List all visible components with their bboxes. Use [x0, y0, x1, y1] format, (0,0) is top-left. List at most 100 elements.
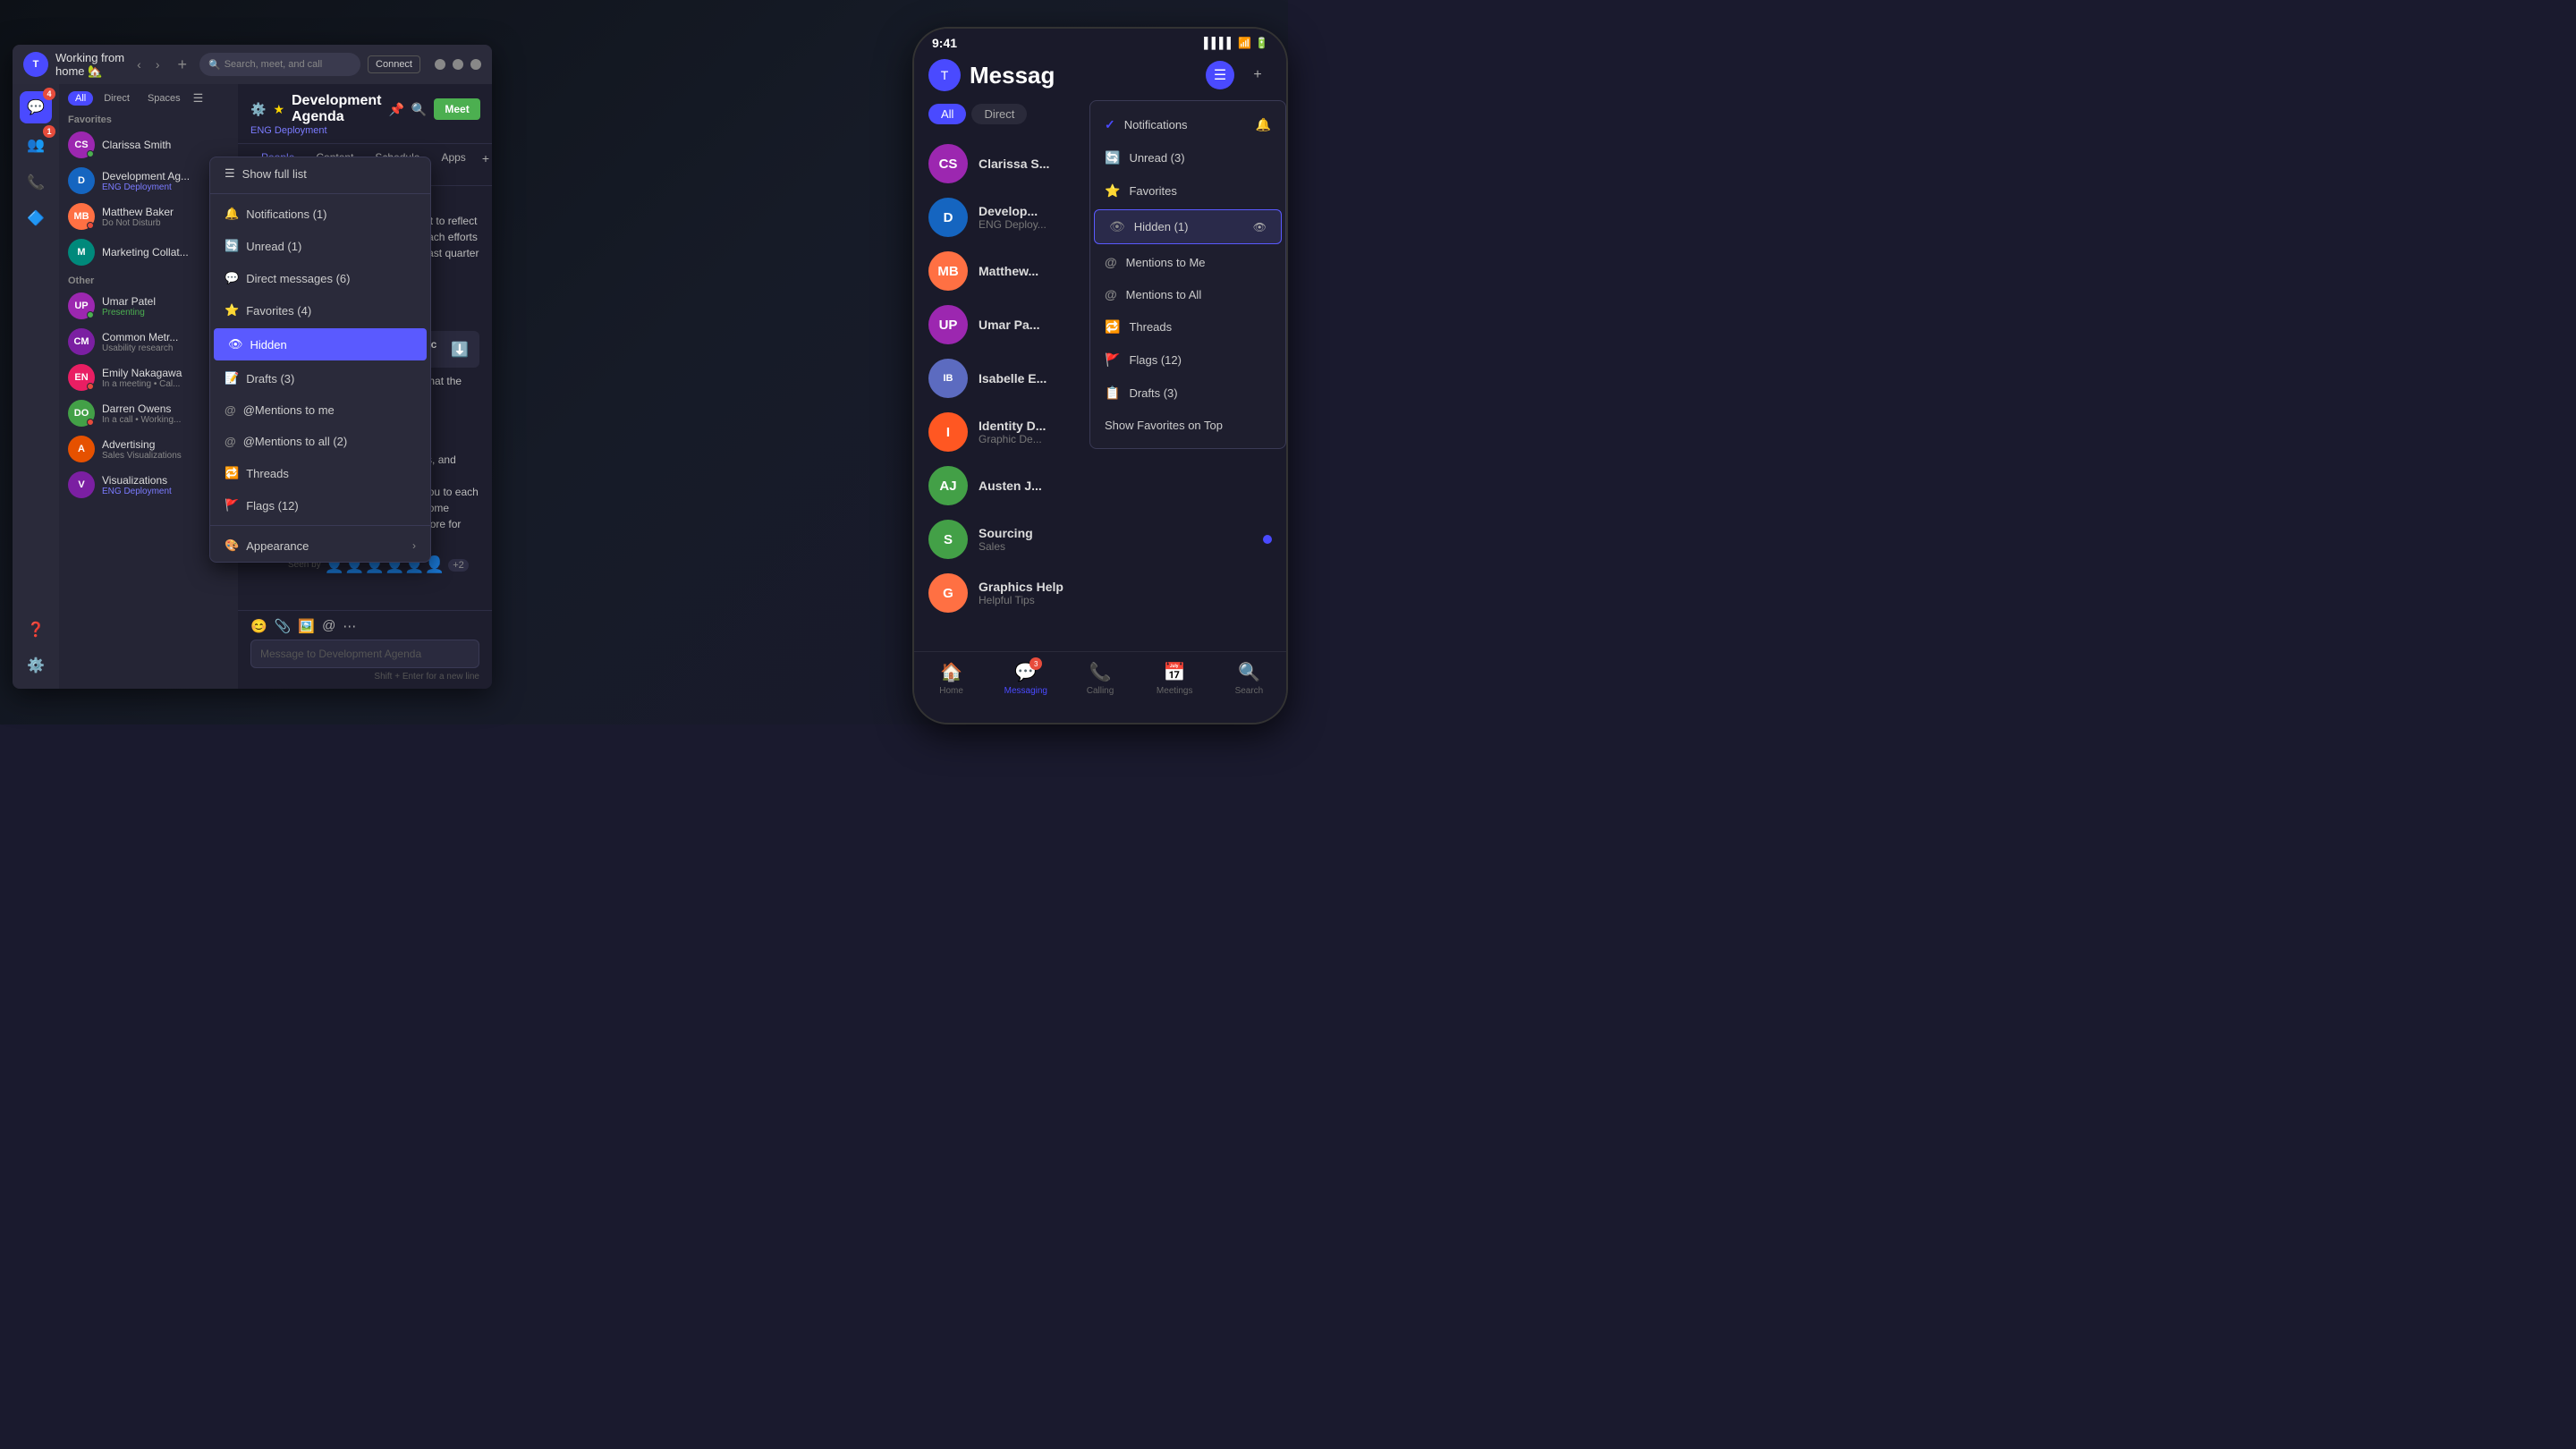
list-item[interactable]: AJ Austen J...	[914, 459, 1286, 513]
battery-icon: 🔋	[1255, 37, 1268, 49]
emoji-icon[interactable]: 😊	[250, 618, 267, 634]
notif-item-hidden[interactable]: 👁 Hidden (1) 👁	[1094, 209, 1282, 244]
filter-all[interactable]: All	[68, 91, 93, 106]
flags-icon: 🚩	[225, 498, 239, 513]
dropdown-item-direct-messages[interactable]: 💬 Direct messages (6)	[210, 262, 430, 294]
hidden-icon: 👁	[228, 337, 243, 352]
dropdown-item-label: @Mentions to all (2)	[243, 435, 348, 448]
meet-button[interactable]: Meet	[434, 98, 479, 120]
apps-icon[interactable]: 🔷	[20, 202, 52, 234]
notif-item-mentions-all[interactable]: @ Mentions to All	[1090, 278, 1285, 310]
forward-button[interactable]: ›	[150, 55, 165, 73]
channel-star-icon[interactable]: ★	[273, 102, 284, 117]
avatar: D	[68, 167, 95, 194]
avatar: M	[68, 239, 95, 266]
nav-messaging[interactable]: 💬 3 Messaging	[988, 661, 1063, 696]
list-item[interactable]: S Sourcing Sales	[914, 513, 1286, 566]
dropdown-item-hidden[interactable]: 👁 Hidden	[214, 328, 427, 360]
dropdown-item-unread[interactable]: 🔄 Unread (1)	[210, 230, 430, 262]
channel-sub: Sales	[979, 540, 1252, 553]
maximize-button[interactable]	[453, 59, 463, 70]
back-button[interactable]: ‹	[131, 55, 147, 73]
settings-icon[interactable]: ⚙️	[20, 649, 52, 682]
notif-item-show-favorites[interactable]: Show Favorites on Top	[1090, 410, 1285, 441]
notif-item-threads[interactable]: 🔁 Threads	[1090, 310, 1285, 343]
notif-item-flags[interactable]: 🚩 Flags (12)	[1090, 343, 1285, 377]
mobile-filter-all[interactable]: All	[928, 104, 966, 124]
nav-search[interactable]: 🔍 Search	[1212, 661, 1286, 696]
avatar: A	[68, 436, 95, 462]
mention-icon[interactable]: @	[322, 618, 335, 634]
filter-tabs: All Direct Spaces	[68, 91, 188, 106]
notif-item-favorites[interactable]: ⭐ Favorites	[1090, 174, 1285, 208]
message-input-placeholder: Message to Development Agenda	[260, 648, 421, 660]
minimize-button[interactable]	[435, 59, 445, 70]
dropdown-divider	[210, 193, 430, 194]
list-item[interactable]: G Graphics Help Helpful Tips	[914, 566, 1286, 620]
teams-icon[interactable]: 👥 1	[20, 129, 52, 161]
input-actions: 😊 📎 🖼️ @ ⋯	[250, 618, 479, 634]
notif-label: Flags (12)	[1129, 353, 1271, 367]
flags-icon: 🚩	[1105, 352, 1120, 368]
dropdown-item-show-full-list[interactable]: ☰ Show full list	[210, 157, 430, 190]
mobile-user-avatar[interactable]: T	[928, 59, 961, 91]
home-icon: 🏠	[940, 661, 962, 683]
message-input[interactable]: Message to Development Agenda	[250, 640, 479, 668]
bell-icon: 🔔	[1256, 117, 1271, 132]
tab-apps[interactable]: Apps	[430, 144, 476, 185]
search-bar[interactable]: 🔍 Search, meet, and call	[199, 53, 360, 76]
avatar: I	[928, 412, 968, 452]
download-button[interactable]: ⬇️	[451, 341, 469, 359]
more-icon[interactable]: ⋯	[343, 618, 356, 634]
signal-icon: ▌▌▌▌	[1204, 37, 1234, 49]
help-icon[interactable]: ❓	[20, 614, 52, 646]
list-icon: ☰	[225, 166, 235, 181]
close-button[interactable]	[470, 59, 481, 70]
search-channel-icon[interactable]: 🔍	[411, 102, 427, 117]
nav-label: Messaging	[1004, 686, 1047, 696]
user-avatar[interactable]: T	[23, 52, 48, 77]
nav-calling[interactable]: 📞 Calling	[1063, 661, 1137, 696]
dropdown-divider-2	[210, 525, 430, 526]
avatar: S	[928, 520, 968, 559]
notif-label: Threads	[1129, 320, 1271, 334]
filter-direct[interactable]: Direct	[97, 91, 137, 106]
dropdown-item-threads[interactable]: 🔁 Threads	[210, 457, 430, 489]
notif-item-mentions-me[interactable]: @ Mentions to Me	[1090, 246, 1285, 278]
dropdown-item-appearance[interactable]: 🎨 Appearance ›	[210, 530, 430, 562]
mobile-filter-icon[interactable]: ☰	[1206, 61, 1234, 89]
avatar: MB	[928, 251, 968, 291]
dropdown-item-mentions-all[interactable]: @ @Mentions to all (2)	[210, 426, 430, 457]
avatar: IB	[928, 359, 968, 398]
mobile-add-icon[interactable]: +	[1243, 61, 1272, 89]
channel-name: Austen J...	[979, 479, 1272, 493]
channel-settings-icon[interactable]: ⚙️	[250, 102, 266, 117]
dropdown-item-label: Flags (12)	[246, 499, 299, 513]
dropdown-item-notifications[interactable]: 🔔 Notifications (1)	[210, 198, 430, 230]
search-placeholder: Search, meet, and call	[225, 59, 322, 70]
dropdown-item-mentions-me[interactable]: @ @Mentions to me	[210, 394, 430, 426]
notif-item-drafts[interactable]: 📋 Drafts (3)	[1090, 377, 1285, 410]
activity-icon[interactable]: 💬 4	[20, 91, 52, 123]
filter-spaces[interactable]: Spaces	[140, 91, 188, 106]
nav-meetings[interactable]: 📅 Meetings	[1138, 661, 1212, 696]
check-icon: ✓	[1105, 117, 1115, 132]
nav-home[interactable]: 🏠 Home	[914, 661, 988, 696]
notif-item-unread[interactable]: 🔄 Unread (3)	[1090, 141, 1285, 174]
meetings-icon: 📅	[1164, 661, 1186, 683]
mobile-filter-direct[interactable]: Direct	[971, 104, 1027, 124]
add-tab-button[interactable]: +	[173, 54, 193, 76]
threads-icon: 🔁	[1105, 319, 1120, 335]
gif-icon[interactable]: 🖼️	[298, 618, 315, 634]
dropdown-item-favorites[interactable]: ⭐ Favorites (4)	[210, 294, 430, 326]
calls-icon[interactable]: 📞	[20, 166, 52, 199]
filter-icon[interactable]: ☰	[193, 91, 204, 106]
pin-icon[interactable]: 📌	[388, 102, 403, 117]
add-tab-icon[interactable]: +	[477, 144, 492, 185]
channel-title: Development Agenda	[292, 93, 381, 125]
connect-button[interactable]: Connect	[368, 55, 420, 73]
dropdown-item-drafts[interactable]: 📝 Drafts (3)	[210, 362, 430, 394]
mention-me-icon: @	[1105, 255, 1117, 269]
attachment-icon[interactable]: 📎	[275, 618, 292, 634]
dropdown-item-flags[interactable]: 🚩 Flags (12)	[210, 489, 430, 521]
